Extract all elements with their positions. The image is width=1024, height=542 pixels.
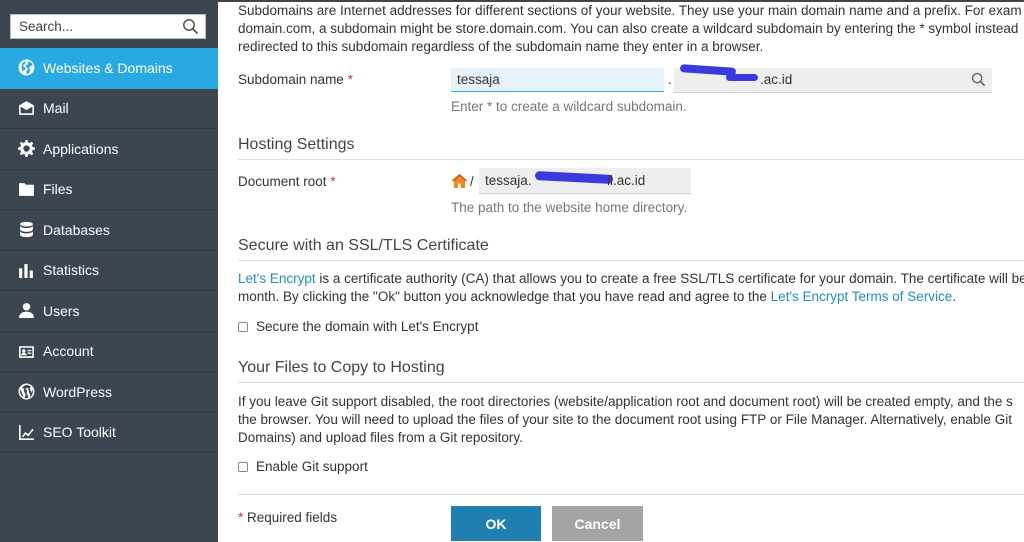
sidebar-item-label: SEO Toolkit [43, 424, 116, 441]
required-mark: * [330, 174, 336, 189]
sidebar-item-wordpress[interactable]: WordPress [0, 372, 218, 413]
sidebar-item-label: WordPress [43, 383, 112, 400]
ssl-description-line-2: month. By clicking the "Ok" button you a… [238, 289, 957, 304]
database-icon [17, 221, 35, 239]
home-icon [451, 173, 468, 192]
git-support-checkbox-row[interactable]: Enable Git support [238, 459, 368, 474]
intro-line-2: domain.com, a subdomain might be store.d… [238, 21, 1019, 36]
search-icon[interactable] [182, 18, 199, 38]
sidebar-item-users[interactable]: Users [0, 291, 218, 332]
domain-separator: . [668, 72, 672, 87]
sidebar-item-files[interactable]: Files [0, 170, 218, 210]
sidebar-item-mail[interactable]: Mail [0, 89, 218, 129]
document-root-label: Document root * [238, 174, 336, 189]
redaction-scribble [534, 170, 614, 185]
search-input[interactable] [11, 15, 179, 38]
sidebar-item-seo-toolkit[interactable]: SEO Toolkit [0, 413, 218, 453]
footer-divider [238, 494, 1024, 495]
secure-domain-checkbox[interactable] [238, 321, 248, 332]
seo-chart-icon [17, 423, 35, 441]
sidebar-nav: Websites & Domains Mail Applications Fil… [0, 48, 218, 453]
document-root-input[interactable]: tessaja. il.ac.id [479, 168, 691, 194]
lets-encrypt-terms-link[interactable]: Let's Encrypt Terms of Service [771, 289, 953, 304]
subdomain-name-label: Subdomain name * [238, 72, 353, 87]
envelope-icon [17, 99, 35, 117]
ok-button[interactable]: OK [451, 506, 541, 541]
gear-icon [17, 140, 35, 158]
sidebar-item-applications[interactable]: Applications [0, 129, 218, 170]
sidebar-item-statistics[interactable]: Statistics [0, 251, 218, 291]
sidebar-item-label: Users [43, 302, 80, 319]
ssl-description-line-1: Let's Encrypt is a certificate authority… [238, 271, 1024, 286]
bar-chart-icon [17, 261, 35, 279]
sidebar-item-label: Mail [43, 100, 69, 117]
secure-domain-checkbox-label: Secure the domain with Let's Encrypt [256, 319, 479, 334]
sidebar-item-databases[interactable]: Databases [0, 210, 218, 251]
git-support-checkbox[interactable] [238, 461, 248, 472]
id-card-icon [17, 342, 35, 360]
sidebar-item-label: Statistics [43, 262, 100, 279]
sidebar-item-label: Applications [43, 140, 119, 157]
required-fields-note: * Required fields [238, 510, 338, 525]
sidebar-item-label: Account [43, 343, 94, 360]
sidebar-item-websites-domains[interactable]: Websites & Domains [0, 48, 218, 89]
files-section-title: Your Files to Copy to Hosting [238, 359, 1024, 383]
subdomain-name-input[interactable] [451, 68, 664, 92]
git-support-checkbox-label: Enable Git support [256, 459, 368, 474]
main-content: Subdomains are Internet addresses for di… [218, 0, 1024, 542]
parent-domain-select[interactable]: .ac.id [674, 64, 992, 93]
sidebar-item-account[interactable]: Account [0, 332, 218, 372]
redaction-scribble [726, 74, 758, 81]
search-icon[interactable] [971, 72, 986, 90]
files-description-line-2: the browser. You will need to upload the… [238, 412, 1012, 427]
lets-encrypt-link[interactable]: Let's Encrypt [238, 271, 316, 286]
subdomain-hint: Enter * to create a wildcard subdomain. [451, 99, 687, 114]
intro-line-1: Subdomains are Internet addresses for di… [238, 3, 1022, 18]
hosting-settings-title: Hosting Settings [238, 136, 1024, 160]
intro-line-3: redirected to this subdomain regardless … [238, 39, 764, 54]
required-mark: * [347, 72, 353, 87]
document-root-prefix: tessaja. [485, 173, 532, 188]
ssl-section-title: Secure with an SSL/TLS Certificate [238, 237, 1024, 261]
document-root-hint: The path to the website home directory. [451, 200, 688, 215]
document-root-suffix: il.ac.id [607, 173, 646, 188]
sidebar-item-label: Websites & Domains [43, 59, 173, 76]
sidebar-item-label: Databases [43, 221, 110, 238]
search-box[interactable] [10, 14, 206, 39]
folder-icon [17, 180, 35, 198]
globe-icon [17, 59, 35, 77]
sidebar: Websites & Domains Mail Applications Fil… [0, 0, 218, 542]
parent-domain-value: .ac.id [760, 72, 793, 87]
wordpress-icon [17, 383, 35, 401]
files-description-line-1: If you leave Git support disabled, the r… [238, 394, 1013, 409]
user-icon [17, 302, 35, 320]
secure-domain-checkbox-row[interactable]: Secure the domain with Let's Encrypt [238, 319, 478, 334]
path-slash: / [470, 174, 474, 189]
cancel-button[interactable]: Cancel [552, 506, 643, 541]
files-description-line-3: Domains) and upload files from a Git rep… [238, 430, 523, 445]
sidebar-item-label: Files [43, 181, 73, 198]
